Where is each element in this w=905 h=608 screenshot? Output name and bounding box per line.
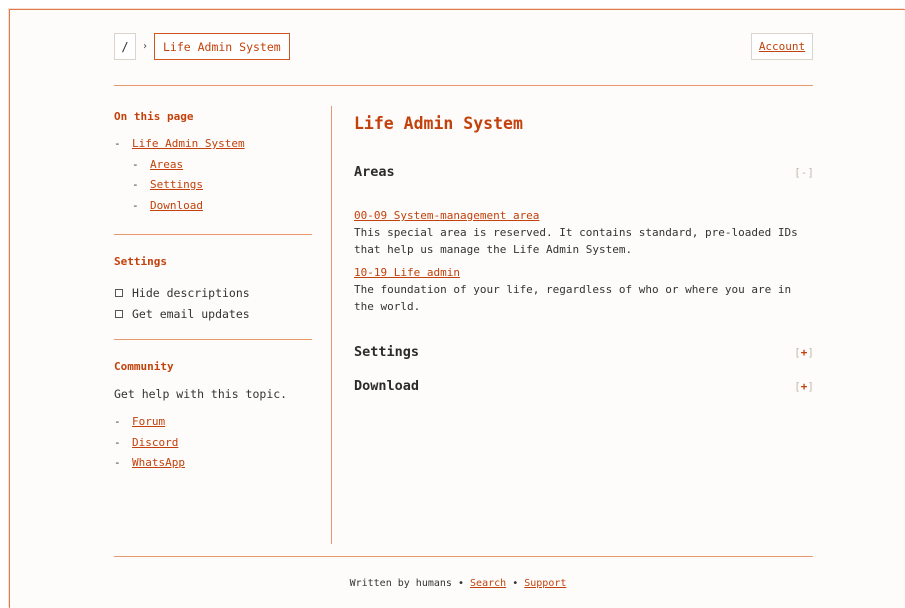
list-dash: - (132, 198, 139, 212)
community-panel: Community Get help with this topic. - For… (114, 360, 312, 477)
collapse-toggle-icon[interactable]: [-] (794, 166, 814, 179)
settings-title: Settings (114, 255, 167, 268)
community-title: Community (114, 360, 174, 373)
toc-link-areas[interactable]: Areas (150, 158, 183, 171)
expand-toggle-icon[interactable]: [+] (794, 380, 814, 393)
area-link-10-19[interactable]: 10-19 Life admin (354, 266, 460, 279)
footer-divider (114, 556, 813, 557)
section-heading: Areas (354, 164, 395, 180)
breadcrumb-root[interactable]: / (114, 33, 136, 60)
list-dash: - (132, 157, 139, 171)
settings-panel: Settings Hide descriptions Get email upd… (114, 255, 312, 324)
account-button[interactable]: Account (751, 33, 813, 60)
section-settings-header[interactable]: Settings [+] (354, 344, 814, 360)
area-link-00-09[interactable]: 00-09 System-management area (354, 209, 539, 222)
page-title: Life Admin System (354, 114, 523, 133)
section-heading: Settings (354, 344, 420, 360)
on-this-page-title: On this page (114, 110, 194, 123)
setting-email-updates[interactable]: Get email updates (114, 303, 312, 324)
breadcrumb-separator-icon: › (141, 41, 149, 52)
sidebar: On this page - Life Admin System - Areas -… (114, 110, 312, 219)
setting-hide-descriptions[interactable]: Hide descriptions (114, 282, 312, 303)
expand-toggle-icon[interactable]: [+] (794, 346, 814, 359)
forum-link[interactable]: Forum (132, 415, 165, 428)
toc-link-settings[interactable]: Settings (150, 178, 203, 191)
list-dash: - (132, 178, 139, 191)
breadcrumb-current[interactable]: Life Admin System (154, 33, 290, 60)
area-item: 10-19 Life admin The foundation of your … (354, 264, 814, 315)
area-item: 00-09 System-management area This specia… (354, 207, 814, 258)
footer-dot: • (512, 578, 519, 589)
list-item: - Forum (114, 415, 312, 436)
list-dash: - (114, 415, 121, 428)
community-links: - Forum - Discord - WhatsApp (114, 415, 312, 477)
section-areas-header[interactable]: Areas [-] (354, 164, 814, 180)
sidebar-divider (114, 234, 312, 235)
area-description: This special area is reserved. It contai… (354, 226, 798, 256)
community-text: Get help with this topic. (114, 387, 288, 401)
column-divider (331, 106, 332, 544)
search-link[interactable]: Search (470, 578, 506, 589)
breadcrumb: / › Life Admin System (114, 33, 290, 60)
toc-item-areas: - Areas (114, 158, 312, 179)
main-content: Life Admin System Areas [-] 00-09 System… (354, 114, 814, 394)
toc-link-download[interactable]: Download (150, 199, 203, 212)
toc-item-download: - Download (114, 199, 312, 220)
footer-text: Written by humans (349, 578, 452, 589)
sidebar-divider (114, 339, 312, 340)
list-item: - WhatsApp (114, 456, 312, 477)
list-dash: - (114, 435, 121, 449)
list-dash: - (114, 456, 121, 469)
footer: Written by humans • Search • Support (10, 578, 905, 589)
section-heading: Download (354, 378, 420, 394)
area-description: The foundation of your life, regardless … (354, 283, 792, 313)
support-link[interactable]: Support (524, 578, 566, 589)
toc-list: - Life Admin System - Areas - Settings - Dow… (114, 137, 312, 219)
setting-label: Hide descriptions (132, 285, 250, 300)
email-updates-checkbox[interactable] (115, 309, 123, 318)
setting-label: Get email updates (132, 306, 250, 321)
section-download-header[interactable]: Download [+] (354, 378, 814, 394)
whatsapp-link[interactable]: WhatsApp (132, 456, 185, 469)
list-dash: - (114, 137, 121, 150)
hide-descriptions-checkbox[interactable] (115, 288, 123, 297)
toc-item-settings: - Settings (114, 178, 312, 199)
discord-link[interactable]: Discord (132, 436, 178, 449)
toc-link-life-admin-system[interactable]: Life Admin System (132, 137, 245, 150)
header-divider (114, 85, 813, 86)
list-item: - Discord (114, 436, 312, 457)
toc-item-life-admin-system: - Life Admin System (114, 137, 312, 158)
footer-dot: • (457, 578, 464, 589)
page-frame: / › Life Admin System Account On this pa… (9, 9, 905, 608)
